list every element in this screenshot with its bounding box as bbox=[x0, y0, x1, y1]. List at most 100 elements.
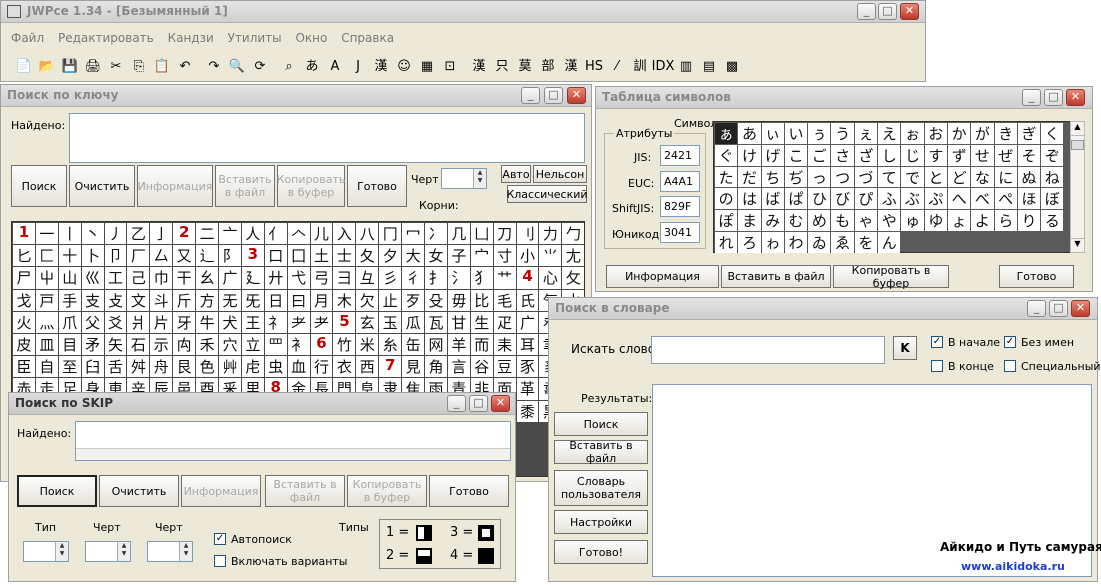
charmap-cell[interactable]: げ bbox=[761, 144, 784, 166]
radical-cell[interactable]: 歹 bbox=[402, 289, 425, 311]
charmap-cell[interactable]: ず bbox=[947, 144, 971, 166]
radical-cell[interactable]: 爿 bbox=[127, 311, 150, 333]
charmap-cell[interactable]: め bbox=[808, 210, 831, 231]
euc-field[interactable]: A4A1 bbox=[660, 171, 700, 192]
toolbar-button-icon[interactable]: 只 bbox=[491, 53, 513, 75]
charmap-info-button[interactable]: Информация bbox=[606, 265, 719, 288]
charmap-cell[interactable]: す bbox=[924, 144, 947, 166]
sjis-field[interactable]: 829F bbox=[660, 196, 700, 217]
radical-cell[interactable]: 竹 bbox=[333, 333, 356, 356]
strokes2-spinner[interactable]: ▲ ▼ bbox=[147, 541, 193, 562]
unicode-field[interactable]: 3041 bbox=[660, 222, 700, 243]
charmap-cell[interactable]: け bbox=[738, 144, 761, 166]
auto-search-checkbox[interactable]: ✓ bbox=[214, 533, 226, 545]
radical-cell[interactable]: 尢 bbox=[562, 245, 584, 267]
radical-cell[interactable]: 戈 bbox=[13, 289, 35, 311]
radical-cell[interactable]: 石 bbox=[127, 333, 150, 356]
charmap-cell[interactable]: ぴ bbox=[854, 188, 878, 210]
radical-cell[interactable]: 立 bbox=[241, 333, 264, 356]
charmap-cell[interactable]: ぐ bbox=[715, 144, 738, 166]
radical-cell[interactable]: 王 bbox=[241, 311, 264, 333]
charmap-cell[interactable]: づ bbox=[854, 166, 878, 188]
toolbar-button-icon[interactable]: ↷ bbox=[203, 55, 225, 77]
radical-cell[interactable]: 乙 bbox=[127, 223, 150, 245]
toolbar-button-icon[interactable]: A bbox=[324, 55, 346, 77]
toolbar-button-icon[interactable]: ▤ bbox=[698, 55, 720, 77]
charmap-cell[interactable]: べ bbox=[971, 188, 994, 210]
toolbar-button-icon[interactable]: ▥ bbox=[675, 55, 697, 77]
charmap-cell[interactable]: こ bbox=[784, 144, 808, 166]
radical-cell[interactable]: 疋 bbox=[493, 311, 516, 333]
radical-cell[interactable]: 衤 bbox=[287, 333, 310, 356]
auto-button[interactable]: Авто bbox=[501, 165, 531, 183]
radical-cell[interactable]: 臼 bbox=[81, 356, 104, 378]
charmap-cell[interactable]: る bbox=[1041, 210, 1064, 231]
radical-cell[interactable]: 彐 bbox=[333, 267, 356, 289]
radical-cell[interactable]: 旡 bbox=[241, 289, 264, 311]
radical-clear-button[interactable]: Очистить bbox=[69, 165, 135, 207]
radical-copy-button[interactable]: Копировать в буфер bbox=[277, 165, 345, 207]
radical-cell[interactable]: 玄 bbox=[356, 311, 379, 333]
stroke-count-marker[interactable]: 4 bbox=[516, 267, 539, 289]
radical-cell[interactable]: 矛 bbox=[81, 333, 104, 356]
radical-cell[interactable]: 艸 bbox=[219, 356, 241, 378]
charmap-cell[interactable]: と bbox=[924, 166, 947, 188]
radical-cell[interactable]: 臣 bbox=[13, 356, 35, 378]
radical-cell[interactable]: 入 bbox=[333, 223, 356, 245]
toolbar-button-icon[interactable]: 📋 bbox=[151, 55, 173, 77]
charmap-cell[interactable]: ゃ bbox=[854, 210, 878, 231]
charmap-cell[interactable]: を bbox=[854, 231, 878, 253]
end-checkbox[interactable] bbox=[931, 360, 943, 372]
radical-cell[interactable]: 彳 bbox=[402, 267, 425, 289]
charmap-cell[interactable]: ぺ bbox=[994, 188, 1017, 210]
radical-cell[interactable]: 而 bbox=[470, 333, 493, 356]
radical-cell[interactable]: 革 bbox=[516, 378, 539, 400]
radical-cell[interactable]: 廾 bbox=[264, 267, 287, 289]
radical-cell[interactable]: 亠 bbox=[219, 223, 241, 245]
radical-cell[interactable]: 力 bbox=[539, 223, 562, 245]
radical-insert-button[interactable]: Вставить в файл bbox=[215, 165, 275, 207]
dict-insert-button[interactable]: Вставить в файл bbox=[554, 439, 648, 465]
radical-cell[interactable]: 冫 bbox=[425, 223, 447, 245]
charmap-cell[interactable]: ゆ bbox=[924, 210, 947, 231]
radical-cell[interactable]: 舌 bbox=[104, 356, 127, 378]
radical-cell[interactable]: 廴 bbox=[241, 267, 264, 289]
radical-cell[interactable]: 尸 bbox=[13, 267, 35, 289]
radical-cell[interactable]: 丶 bbox=[81, 223, 104, 245]
menu-edit[interactable]: Редактировать bbox=[58, 31, 154, 45]
charmap-cell[interactable]: そ bbox=[1017, 144, 1041, 166]
radical-cell[interactable]: 爻 bbox=[104, 311, 127, 333]
charmap-cell[interactable]: ど bbox=[947, 166, 971, 188]
radical-cell[interactable]: 攴 bbox=[104, 289, 127, 311]
radical-cell[interactable]: 父 bbox=[81, 311, 104, 333]
radical-cell[interactable]: 斗 bbox=[150, 289, 173, 311]
radical-cell[interactable]: 几 bbox=[447, 223, 470, 245]
charmap-cell[interactable]: じ bbox=[901, 144, 924, 166]
radical-cell[interactable]: 豆 bbox=[493, 356, 516, 378]
charmap-cell[interactable]: て bbox=[878, 166, 901, 188]
minimize-icon[interactable]: _ bbox=[521, 87, 540, 104]
radical-cell[interactable]: 片 bbox=[150, 311, 173, 333]
toolbar-button-icon[interactable]: ⌕ bbox=[278, 55, 300, 77]
radical-cell[interactable]: 囗 bbox=[287, 245, 310, 267]
radical-cell[interactable]: 土 bbox=[310, 245, 333, 267]
stroke-count-marker[interactable]: 6 bbox=[310, 333, 333, 356]
radical-strokes-spinner[interactable]: ▲ ▼ bbox=[441, 168, 487, 189]
special-checkbox[interactable] bbox=[1004, 360, 1016, 372]
menu-file[interactable]: Файл bbox=[11, 31, 44, 45]
charmap-cell[interactable]: く bbox=[1041, 123, 1064, 144]
radical-cell[interactable]: 广 bbox=[219, 267, 241, 289]
charmap-cell[interactable]: に bbox=[994, 166, 1017, 188]
radical-cell[interactable]: 耂 bbox=[287, 311, 310, 333]
charmap-cell[interactable]: ま bbox=[738, 210, 761, 231]
charmap-cell[interactable]: ぬ bbox=[1017, 166, 1041, 188]
radical-cell[interactable]: 文 bbox=[127, 289, 150, 311]
skip-found-field[interactable] bbox=[75, 421, 511, 461]
charmap-cell[interactable]: な bbox=[971, 166, 994, 188]
radical-cell[interactable]: 目 bbox=[58, 333, 81, 356]
toolbar-button-icon[interactable]: ⟳ bbox=[249, 55, 271, 77]
charmap-cell[interactable]: で bbox=[901, 166, 924, 188]
toolbar-button-icon[interactable]: IDX bbox=[652, 55, 675, 77]
radical-cell[interactable]: 戸 bbox=[35, 289, 58, 311]
radical-cell[interactable]: 又 bbox=[173, 245, 196, 267]
